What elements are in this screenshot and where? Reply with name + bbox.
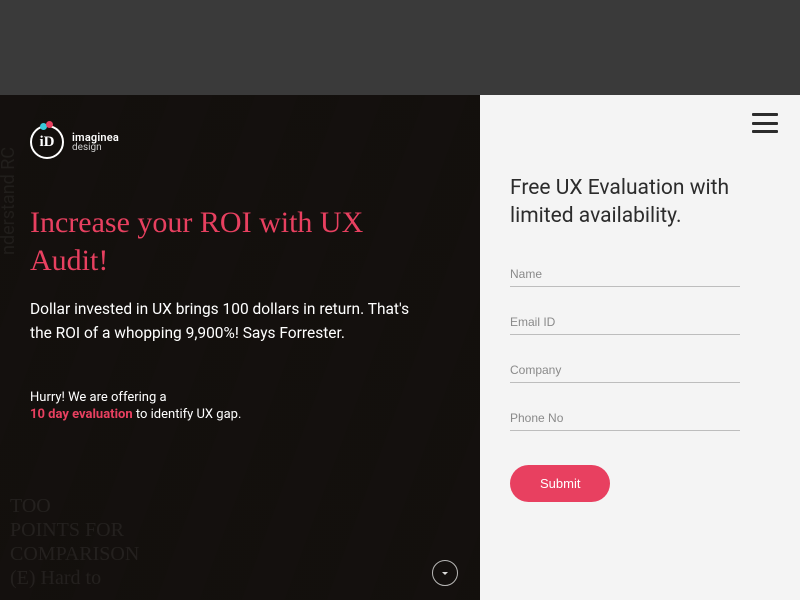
brand-name: imaginea: [72, 132, 119, 143]
logo-text: imaginea design: [72, 132, 119, 153]
content-row: nderstand RC TOO POINTS FOR COMPARISON (…: [0, 95, 800, 600]
company-input[interactable]: [510, 357, 740, 383]
offer-highlight: 10 day evaluation: [30, 407, 133, 422]
email-input[interactable]: [510, 309, 740, 335]
bg-sketch-text: TOO POINTS FOR COMPARISON (E) Hard to: [10, 494, 139, 590]
hero-panel: nderstand RC TOO POINTS FOR COMPARISON (…: [0, 95, 480, 600]
field-company: [510, 357, 770, 383]
field-email: [510, 309, 770, 335]
hero-headline: Increase your ROI with UX Audit!: [30, 204, 390, 279]
bg-side-text: nderstand RC: [0, 147, 19, 255]
form-panel: Free UX Evaluation with limited availabi…: [480, 95, 800, 600]
offer-intro: Hurry! We are offering a: [30, 390, 450, 405]
field-name: [510, 261, 770, 287]
letterbox-top: [0, 0, 800, 95]
field-phone: [510, 405, 770, 431]
arrow-down-icon: [439, 567, 451, 579]
logo-mark: iD: [30, 125, 64, 159]
menu-button[interactable]: [752, 113, 778, 133]
hamburger-icon: [752, 113, 778, 116]
submit-button[interactable]: Submit: [510, 465, 610, 502]
page-root: nderstand RC TOO POINTS FOR COMPARISON (…: [0, 0, 800, 600]
form-title: Free UX Evaluation with limited availabi…: [510, 174, 770, 231]
logo-mark-text: iD: [40, 134, 55, 151]
offer-line: 10 day evaluation to identify UX gap.: [30, 407, 450, 422]
name-input[interactable]: [510, 261, 740, 287]
brand-logo[interactable]: iD imaginea design: [30, 125, 450, 159]
offer-rest: to identify UX gap.: [133, 407, 242, 422]
hero-subhead: Dollar invested in UX brings 100 dollars…: [30, 297, 430, 345]
phone-input[interactable]: [510, 405, 740, 431]
brand-sub: design: [72, 143, 119, 153]
scroll-down-button[interactable]: [432, 560, 458, 586]
